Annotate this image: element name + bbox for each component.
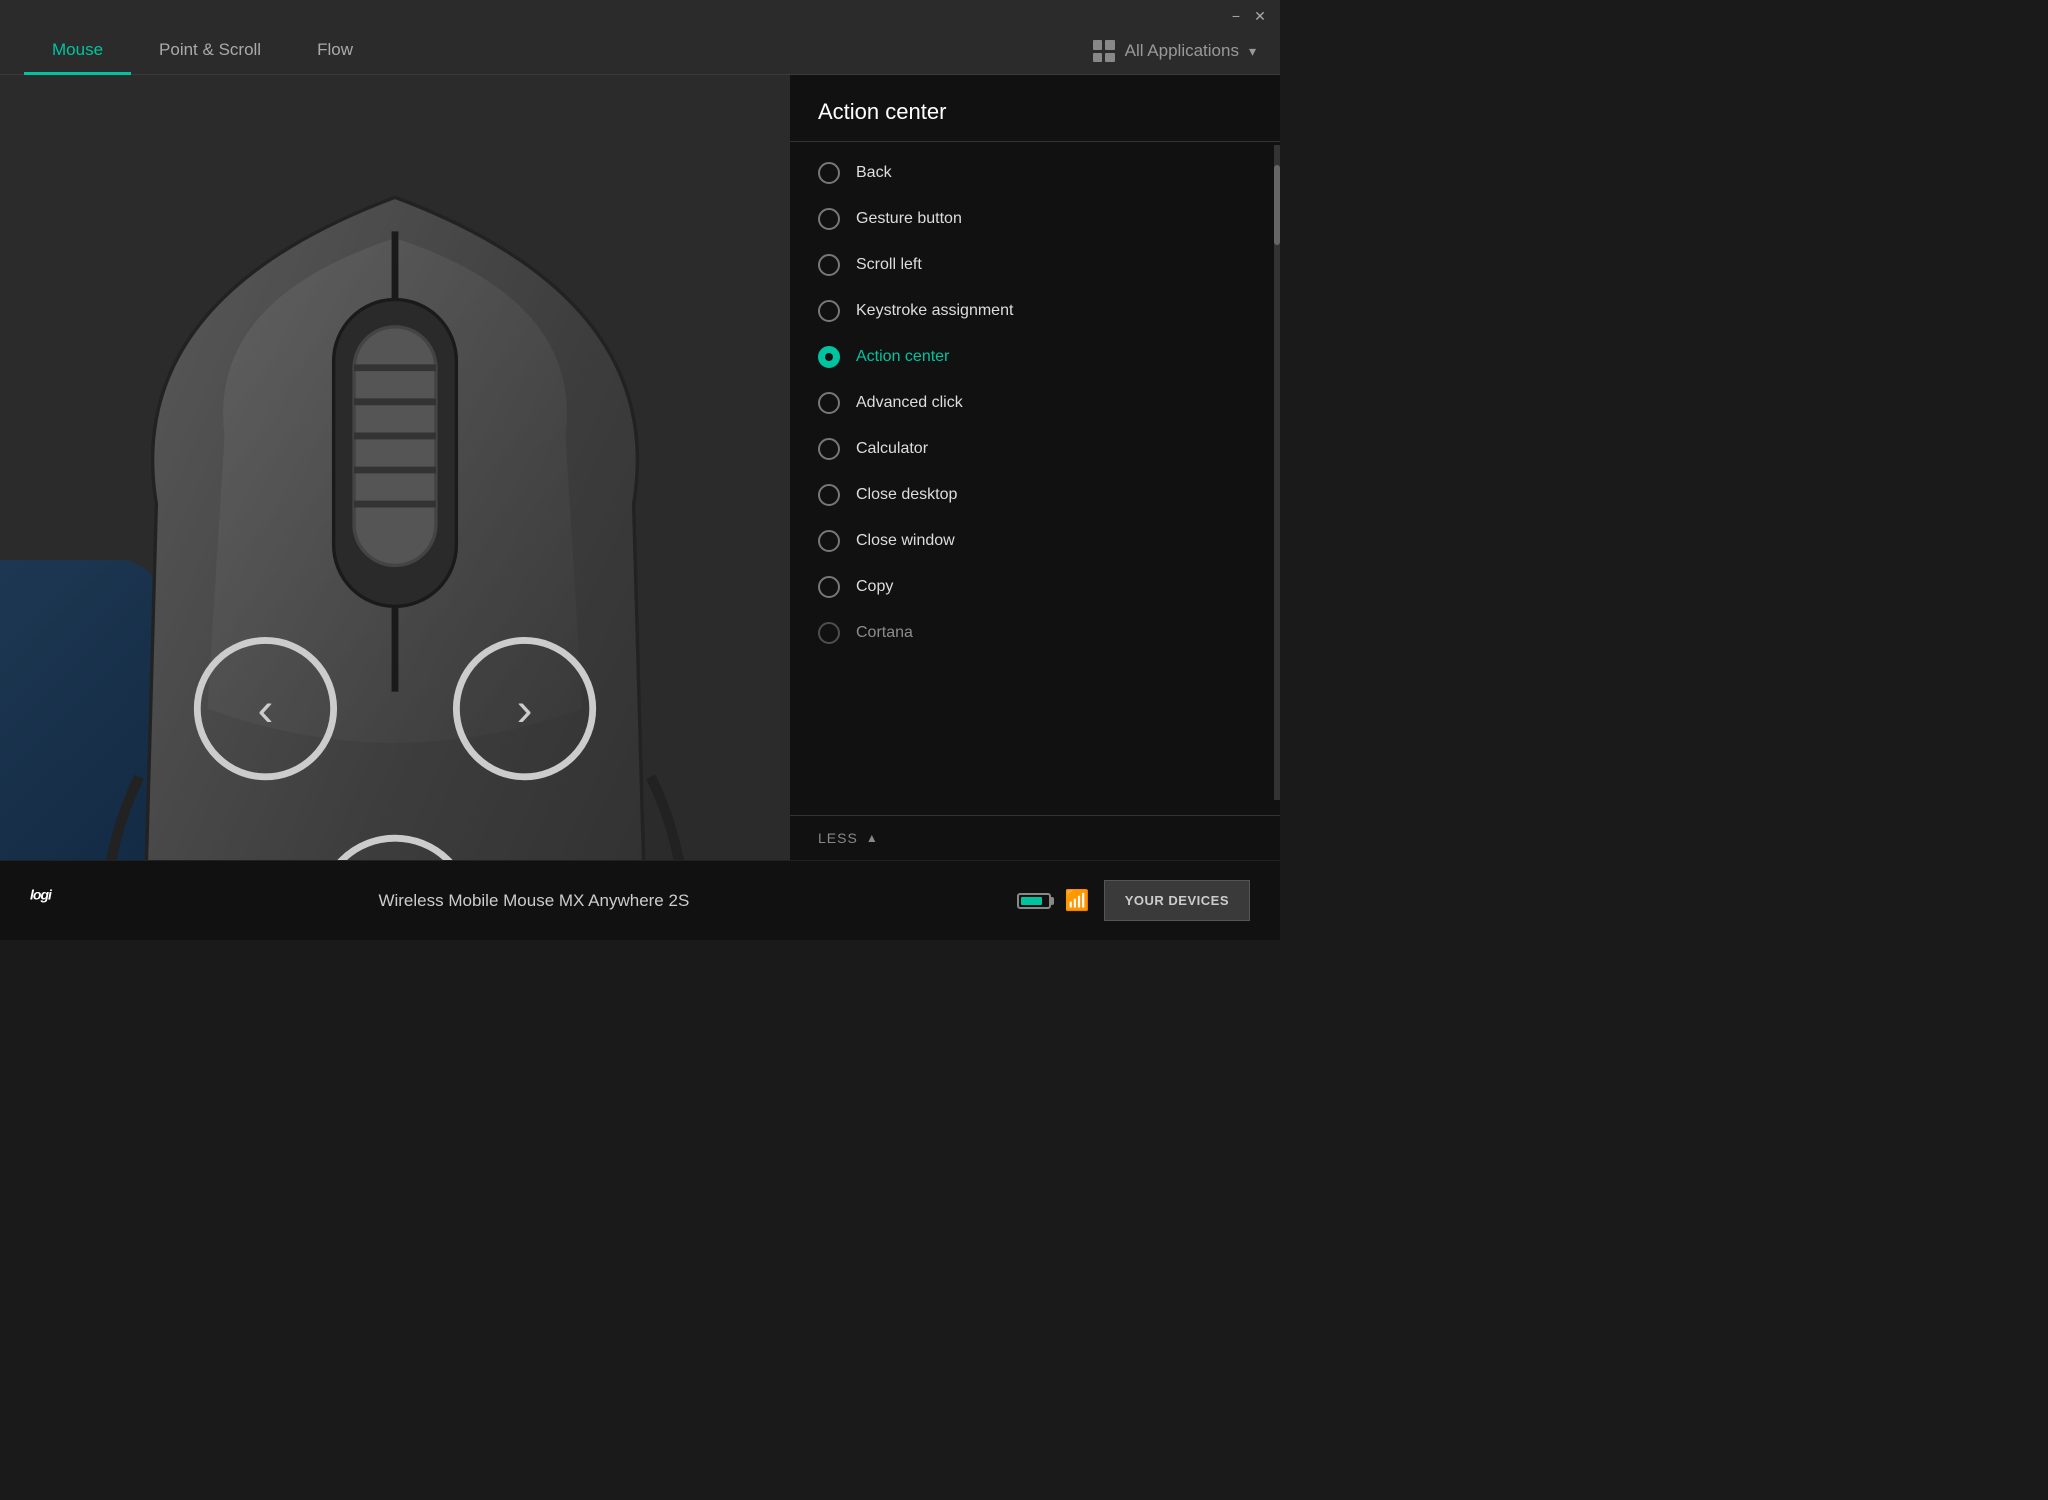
footer: logi Wireless Mobile Mouse MX Anywhere 2… [0, 860, 1280, 940]
footer-icons: 📶 YOUR DEVICES [1017, 880, 1250, 921]
action-item-advanced-click[interactable]: Advanced click [790, 380, 1280, 426]
scrollbar-thumb[interactable] [1274, 165, 1280, 245]
nav-header: Mouse Point & Scroll Flow All Applicatio… [0, 0, 1280, 75]
mouse-illustration: ‹ › logi [20, 95, 770, 860]
close-button[interactable]: ✕ [1252, 8, 1268, 24]
action-item-scroll-left[interactable]: Scroll left [790, 242, 1280, 288]
radio-calculator[interactable] [818, 438, 840, 460]
action-copy-label: Copy [856, 578, 893, 596]
action-item-action-center[interactable]: Action center [790, 334, 1280, 380]
app-window: − ✕ Mouse Point & Scroll Flow All Applic… [0, 0, 1280, 940]
action-back-label: Back [856, 164, 892, 182]
device-name: Wireless Mobile Mouse MX Anywhere 2S [71, 891, 997, 911]
logo-text: logi [30, 886, 51, 902]
action-advanced-click-label: Advanced click [856, 394, 963, 412]
tab-point-scroll[interactable]: Point & Scroll [131, 28, 289, 75]
action-item-close-window[interactable]: Close window [790, 518, 1280, 564]
grid-cell-3 [1093, 53, 1103, 63]
radio-keystroke[interactable] [818, 300, 840, 322]
radio-cortana[interactable] [818, 622, 840, 644]
radio-scroll-left[interactable] [818, 254, 840, 276]
nav-tabs: Mouse Point & Scroll Flow [24, 28, 1093, 74]
action-list: Back Gesture button Scroll left Keystrok… [790, 142, 1280, 815]
action-close-window-label: Close window [856, 532, 955, 550]
all-applications-label[interactable]: All Applications [1125, 41, 1239, 61]
radio-advanced-click[interactable] [818, 392, 840, 414]
radio-action-center[interactable] [818, 346, 840, 368]
minimize-button[interactable]: − [1228, 8, 1244, 24]
scrollbar-track[interactable] [1274, 145, 1280, 800]
content-area: ‹ › logi [0, 75, 1280, 860]
apps-grid-icon[interactable] [1093, 40, 1115, 62]
title-bar: − ✕ [1216, 0, 1280, 32]
action-item-gesture-button[interactable]: Gesture button [790, 196, 1280, 242]
chevron-up-icon: ▲ [866, 831, 879, 845]
radio-close-desktop[interactable] [818, 484, 840, 506]
radio-copy[interactable] [818, 576, 840, 598]
action-keystroke-label: Keystroke assignment [856, 302, 1013, 320]
action-cortana-label: Cortana [856, 624, 913, 642]
chevron-down-icon[interactable]: ▾ [1249, 43, 1256, 60]
action-item-back[interactable]: Back [790, 150, 1280, 196]
nav-right: All Applications ▾ [1093, 40, 1256, 74]
action-center-title: Action center [790, 75, 1280, 142]
less-label: LESS [818, 830, 858, 846]
action-gesture-label: Gesture button [856, 210, 962, 228]
tab-flow[interactable]: Flow [289, 28, 381, 75]
tab-mouse[interactable]: Mouse [24, 28, 131, 75]
svg-text:‹: ‹ [258, 684, 274, 737]
action-item-copy[interactable]: Copy [790, 564, 1280, 610]
grid-cell-1 [1093, 40, 1103, 50]
action-item-cortana[interactable]: Cortana [790, 610, 1280, 656]
less-button[interactable]: LESS ▲ [790, 815, 1280, 860]
right-panel: Action center Back Gesture button Scroll… [790, 75, 1280, 860]
radio-gesture[interactable] [818, 208, 840, 230]
action-center-label: Action center [856, 348, 949, 366]
bluetooth-icon: 📶 [1065, 888, 1090, 913]
grid-cell-2 [1105, 40, 1115, 50]
action-scroll-left-label: Scroll left [856, 256, 922, 274]
battery-icon [1017, 893, 1051, 909]
mouse-container: ‹ › logi [20, 95, 770, 860]
svg-text:›: › [517, 684, 533, 737]
grid-cell-4 [1105, 53, 1115, 63]
action-item-close-desktop[interactable]: Close desktop [790, 472, 1280, 518]
your-devices-button[interactable]: YOUR DEVICES [1104, 880, 1250, 921]
radio-close-window[interactable] [818, 530, 840, 552]
action-calculator-label: Calculator [856, 440, 928, 458]
battery-fill [1021, 897, 1042, 905]
action-item-keystroke[interactable]: Keystroke assignment [790, 288, 1280, 334]
logi-logo: logi [30, 885, 51, 917]
radio-back[interactable] [818, 162, 840, 184]
left-panel: ‹ › logi [0, 75, 790, 860]
action-item-calculator[interactable]: Calculator [790, 426, 1280, 472]
battery-body [1017, 893, 1051, 909]
action-close-desktop-label: Close desktop [856, 486, 957, 504]
